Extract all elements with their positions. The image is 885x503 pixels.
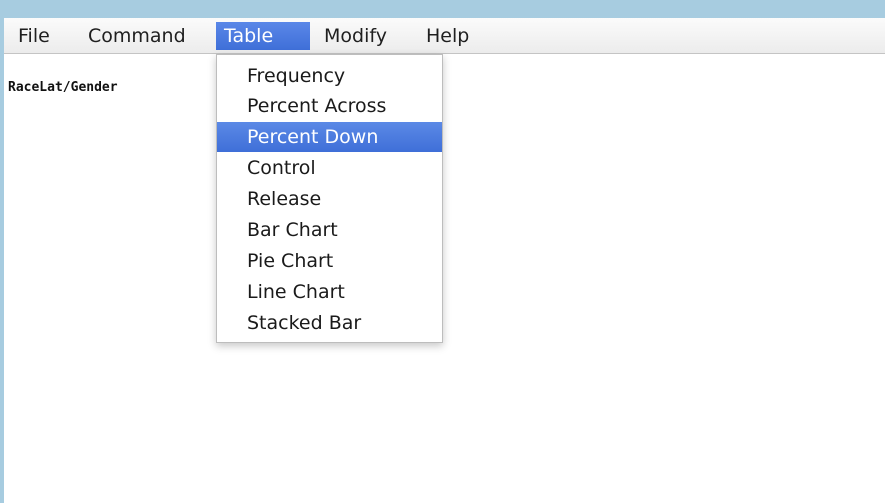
menu-item-percent-down[interactable]: Percent Down bbox=[217, 122, 442, 152]
menu-table[interactable]: Table bbox=[216, 22, 310, 50]
menu-bar: File Command Table Modify Help bbox=[4, 18, 885, 54]
menu-item-frequency[interactable]: Frequency bbox=[217, 61, 442, 91]
menu-command[interactable]: Command bbox=[80, 22, 194, 50]
menu-item-pie-chart[interactable]: Pie Chart bbox=[217, 246, 442, 276]
menu-item-release[interactable]: Release bbox=[217, 184, 442, 214]
table-dropdown-menu: Frequency Percent Across Percent Down Co… bbox=[216, 54, 443, 343]
menu-modify[interactable]: Modify bbox=[316, 22, 395, 50]
menu-item-bar-chart[interactable]: Bar Chart bbox=[217, 215, 442, 245]
menu-item-stacked-bar[interactable]: Stacked Bar bbox=[217, 308, 442, 338]
menu-item-percent-across[interactable]: Percent Across bbox=[217, 91, 442, 121]
menu-file[interactable]: File bbox=[10, 22, 58, 50]
variable-label: RaceLat/Gender bbox=[8, 80, 118, 95]
menu-item-control[interactable]: Control bbox=[217, 153, 442, 183]
menu-item-line-chart[interactable]: Line Chart bbox=[217, 277, 442, 307]
menu-help[interactable]: Help bbox=[418, 22, 477, 50]
